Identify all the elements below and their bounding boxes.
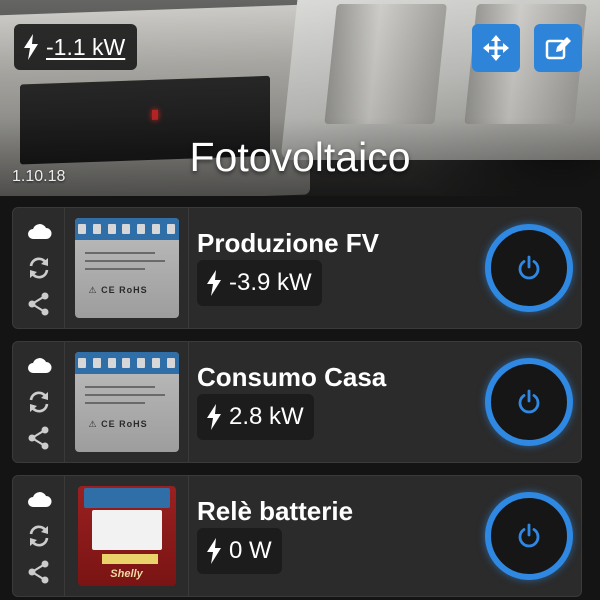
sync-icon[interactable]	[26, 255, 52, 281]
power-toggle-button[interactable]	[485, 358, 573, 446]
device-actions	[13, 208, 65, 328]
total-power-chip[interactable]: -1.1 kW	[14, 24, 138, 70]
room-banner: -1.1 kW Fotovoltaico 1.10.18	[0, 0, 600, 196]
shelly-1-device: Shelly	[77, 486, 176, 586]
shelly-em-device: ⚠ CE RoHS	[74, 218, 179, 318]
device-actions	[13, 476, 65, 596]
app-version: 1.10.18	[12, 168, 66, 185]
device-power-value: -3.9 kW	[229, 269, 312, 296]
edit-icon	[544, 34, 572, 62]
bolt-icon	[205, 538, 223, 564]
device-card-consumo-casa[interactable]: ⚠ CE RoHS Consumo Casa 2.8 kW	[12, 341, 582, 463]
share-icon[interactable]	[26, 425, 52, 451]
device-name: Consumo Casa	[197, 362, 387, 392]
device-image: ⚠ CE RoHS	[65, 342, 189, 462]
share-icon[interactable]	[26, 291, 52, 317]
power-icon	[516, 255, 542, 281]
move-arrows-icon	[482, 34, 510, 62]
device-power-reading: 2.8 kW	[197, 394, 314, 440]
cloud-icon[interactable]	[26, 487, 52, 513]
power-toggle-button[interactable]	[485, 492, 573, 580]
total-power-value[interactable]: -1.1 kW	[46, 34, 125, 61]
bolt-icon	[205, 404, 223, 430]
sync-icon[interactable]	[26, 523, 52, 549]
edit-button[interactable]	[534, 24, 582, 72]
device-power-reading: 0 W	[197, 528, 282, 574]
bolt-icon	[205, 270, 223, 296]
share-icon[interactable]	[26, 559, 52, 585]
shelly-em-device: ⚠ CE RoHS	[74, 352, 179, 452]
device-image: Shelly	[65, 476, 189, 596]
bolt-icon	[22, 34, 40, 60]
device-power-reading: -3.9 kW	[197, 260, 322, 306]
device-name: Produzione FV	[197, 228, 379, 258]
device-image: ⚠ CE RoHS	[65, 208, 189, 328]
room-title: Fotovoltaico	[189, 134, 411, 180]
device-card-rele-batterie[interactable]: Shelly Relè batterie 0 W	[12, 475, 582, 597]
cloud-icon[interactable]	[26, 353, 52, 379]
device-power-value: 0 W	[229, 537, 272, 564]
device-power-value: 2.8 kW	[229, 403, 304, 430]
power-icon	[516, 523, 542, 549]
device-card-produzione-fv[interactable]: ⚠ CE RoHS Produzione FV -3.9 kW	[12, 207, 582, 329]
power-toggle-button[interactable]	[485, 224, 573, 312]
move-button[interactable]	[472, 24, 520, 72]
power-icon	[516, 389, 542, 415]
cloud-icon[interactable]	[26, 219, 52, 245]
device-name: Relè batterie	[197, 496, 354, 526]
sync-icon[interactable]	[26, 389, 52, 415]
device-actions	[13, 342, 65, 462]
